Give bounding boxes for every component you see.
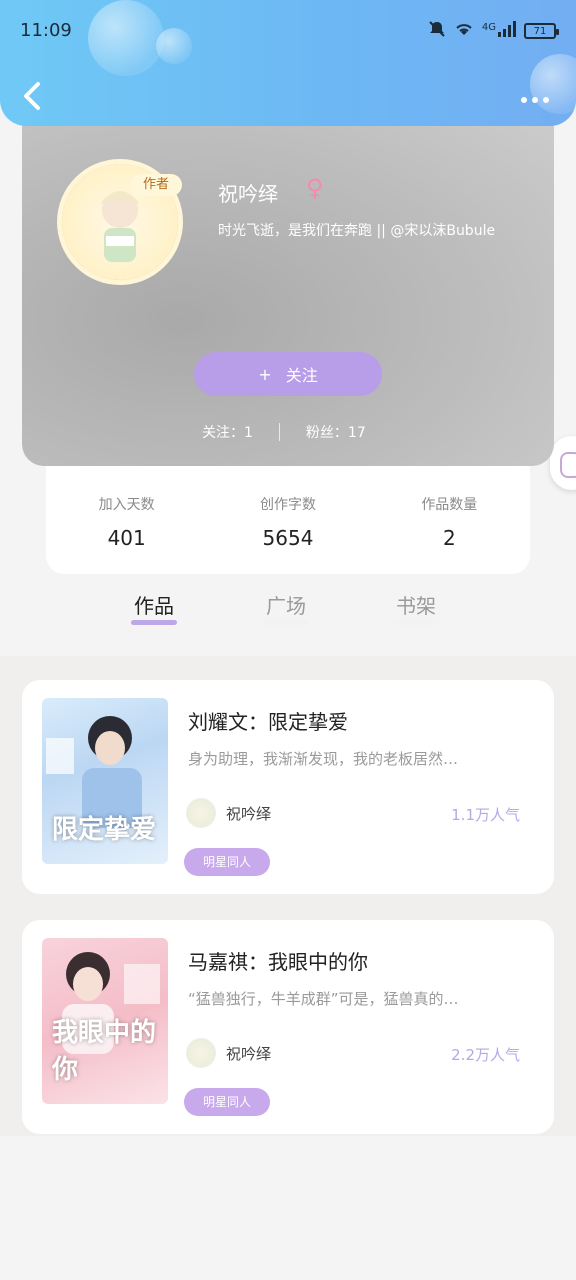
author-name: 祝吟绎	[218, 182, 278, 206]
stats-card: 加入天数 401 创作字数 5654 作品数量 2	[46, 458, 530, 574]
book-author: 祝吟绎	[186, 798, 271, 828]
follow-counts: 关注：1 粉丝：17	[202, 422, 366, 442]
works-list: 限定挚爱 刘耀文：限定挚爱 身为助理，我渐渐发现，我的老板居然… 祝吟绎 1.1…	[0, 656, 576, 1136]
cover-title: 我眼中的你	[52, 1018, 157, 1085]
stat-works-count: 作品数量 2	[421, 494, 477, 550]
stat-value: 2	[442, 526, 456, 550]
stat-label: 作品数量	[421, 497, 478, 513]
book-excerpt: “猛兽独行，牛羊成群”可是，猛兽真的…	[188, 990, 459, 1008]
network-type: 4G	[481, 21, 496, 33]
signal-icon	[498, 21, 516, 41]
popularity-count: 2.2万人气	[451, 1046, 520, 1064]
fans-count[interactable]: 粉丝：17	[306, 422, 366, 442]
book-title[interactable]: 马嘉祺：我眼中的你	[188, 946, 368, 975]
tab-indicator	[393, 620, 439, 625]
profile-tabs: 作品 广场 书架	[0, 590, 576, 650]
top-bar: 11:09 4G 71	[0, 0, 576, 126]
divider	[278, 423, 280, 441]
genre-tag[interactable]: 明星同人	[184, 1088, 270, 1116]
author-avatar	[186, 798, 216, 828]
active-tab-indicator	[131, 620, 177, 625]
tab-label: 作品	[134, 594, 174, 618]
following-count[interactable]: 关注：1	[202, 422, 253, 442]
work-card[interactable]: 我眼中的你 马嘉祺：我眼中的你 “猛兽独行，牛羊成群”可是，猛兽真的… 祝吟绎 …	[22, 920, 554, 1134]
more-options-button[interactable]	[520, 92, 550, 104]
tab-label: 书架	[396, 594, 436, 618]
decor-bubble	[156, 28, 192, 64]
author-name: 祝吟绎	[226, 1044, 272, 1063]
tab-square[interactable]: 广场	[263, 590, 309, 625]
follow-label: 关注	[285, 366, 318, 385]
genre-tag[interactable]: 明星同人	[184, 848, 270, 876]
book-cover[interactable]: 限定挚爱	[42, 698, 168, 864]
work-card[interactable]: 限定挚爱 刘耀文：限定挚爱 身为助理，我渐渐发现，我的老板居然… 祝吟绎 1.1…	[22, 680, 554, 894]
decor-bubble	[88, 0, 164, 76]
status-time: 11:09	[20, 20, 72, 41]
book-author: 祝吟绎	[186, 1038, 271, 1068]
tab-bookshelf[interactable]: 书架	[393, 590, 439, 625]
stat-label: 加入天数	[98, 497, 155, 513]
popularity-count: 1.1万人气	[451, 806, 520, 824]
back-button[interactable]	[20, 78, 44, 114]
cover-title: 限定挚爱	[52, 815, 157, 845]
battery-level: 71	[533, 25, 547, 37]
follow-button[interactable]: + 关注	[194, 352, 382, 396]
tab-works[interactable]: 作品	[131, 590, 177, 625]
book-title[interactable]: 刘耀文：限定挚爱	[188, 706, 348, 735]
author-badge: 作者	[130, 174, 182, 196]
stat-word-count: 创作字数 5654	[260, 494, 316, 550]
stat-value: 5654	[262, 526, 314, 550]
wifi-icon	[454, 21, 474, 41]
tab-indicator	[263, 620, 309, 625]
author-avatar	[186, 1038, 216, 1068]
book-excerpt: 身为助理，我渐渐发现，我的老板居然…	[188, 750, 459, 768]
author-name: 祝吟绎	[226, 804, 272, 823]
chevron-left-icon	[24, 82, 40, 110]
book-cover[interactable]: 我眼中的你	[42, 938, 168, 1104]
battery-icon: 71	[524, 23, 559, 39]
more-dots-icon	[521, 97, 549, 103]
stat-join-days: 加入天数 401	[99, 494, 155, 550]
profile-header: 作者 祝吟绎 ♀ 时光飞逝，是我们在奔跑 || @宋以沫Bubule + 关注 …	[22, 100, 554, 466]
female-icon: ♀	[306, 174, 324, 202]
plus-icon: +	[258, 364, 272, 384]
stat-value: 401	[107, 526, 146, 550]
status-icons: 4G 71	[428, 20, 559, 42]
decor-bubble	[530, 54, 576, 114]
stat-label: 创作字数	[259, 497, 316, 513]
tab-label: 广场	[266, 594, 306, 618]
mute-bell-icon	[428, 20, 446, 42]
author-bio: 时光飞逝，是我们在奔跑 || @宋以沫Bubule	[218, 223, 496, 239]
